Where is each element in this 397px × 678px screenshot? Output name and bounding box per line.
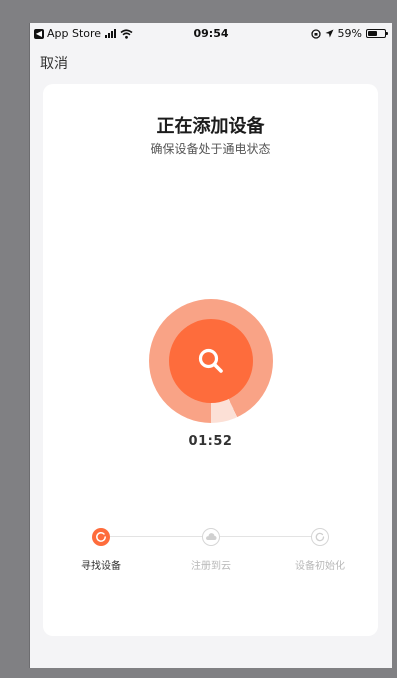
step-connector bbox=[220, 536, 320, 537]
search-indicator bbox=[169, 319, 253, 403]
location-icon bbox=[325, 29, 334, 38]
step-3-indicator bbox=[311, 528, 329, 546]
step-3-label: 设备初始化 bbox=[295, 561, 345, 572]
step-2-label: 注册到云 bbox=[191, 561, 231, 572]
loading-icon bbox=[96, 532, 106, 542]
battery-icon bbox=[366, 29, 388, 38]
countdown-timer: 01:52 bbox=[188, 434, 233, 449]
step-connector bbox=[110, 536, 211, 537]
search-icon bbox=[198, 348, 223, 373]
init-icon bbox=[315, 532, 325, 542]
step-2-indicator bbox=[202, 528, 220, 546]
search-progress-ring bbox=[149, 299, 273, 423]
battery-percent: 59% bbox=[337, 27, 362, 40]
phone-screen: ◀ App Store 09:54 59% 取消 正在添加设备 确保设备处于通电… bbox=[29, 23, 392, 668]
add-device-card: 正在添加设备 确保设备处于通电状态 01:52 寻找设备 注册到云 设备初始化 bbox=[43, 84, 378, 636]
status-bar: ◀ App Store 09:54 59% bbox=[30, 23, 392, 43]
cancel-button[interactable]: 取消 bbox=[40, 53, 68, 73]
page-title: 正在添加设备 bbox=[156, 116, 265, 137]
page-subtitle: 确保设备处于通电状态 bbox=[150, 142, 271, 156]
rotation-lock-icon bbox=[310, 28, 321, 39]
step-1-label: 寻找设备 bbox=[81, 561, 121, 572]
step-1-indicator bbox=[92, 528, 110, 546]
cloud-icon bbox=[206, 533, 217, 540]
